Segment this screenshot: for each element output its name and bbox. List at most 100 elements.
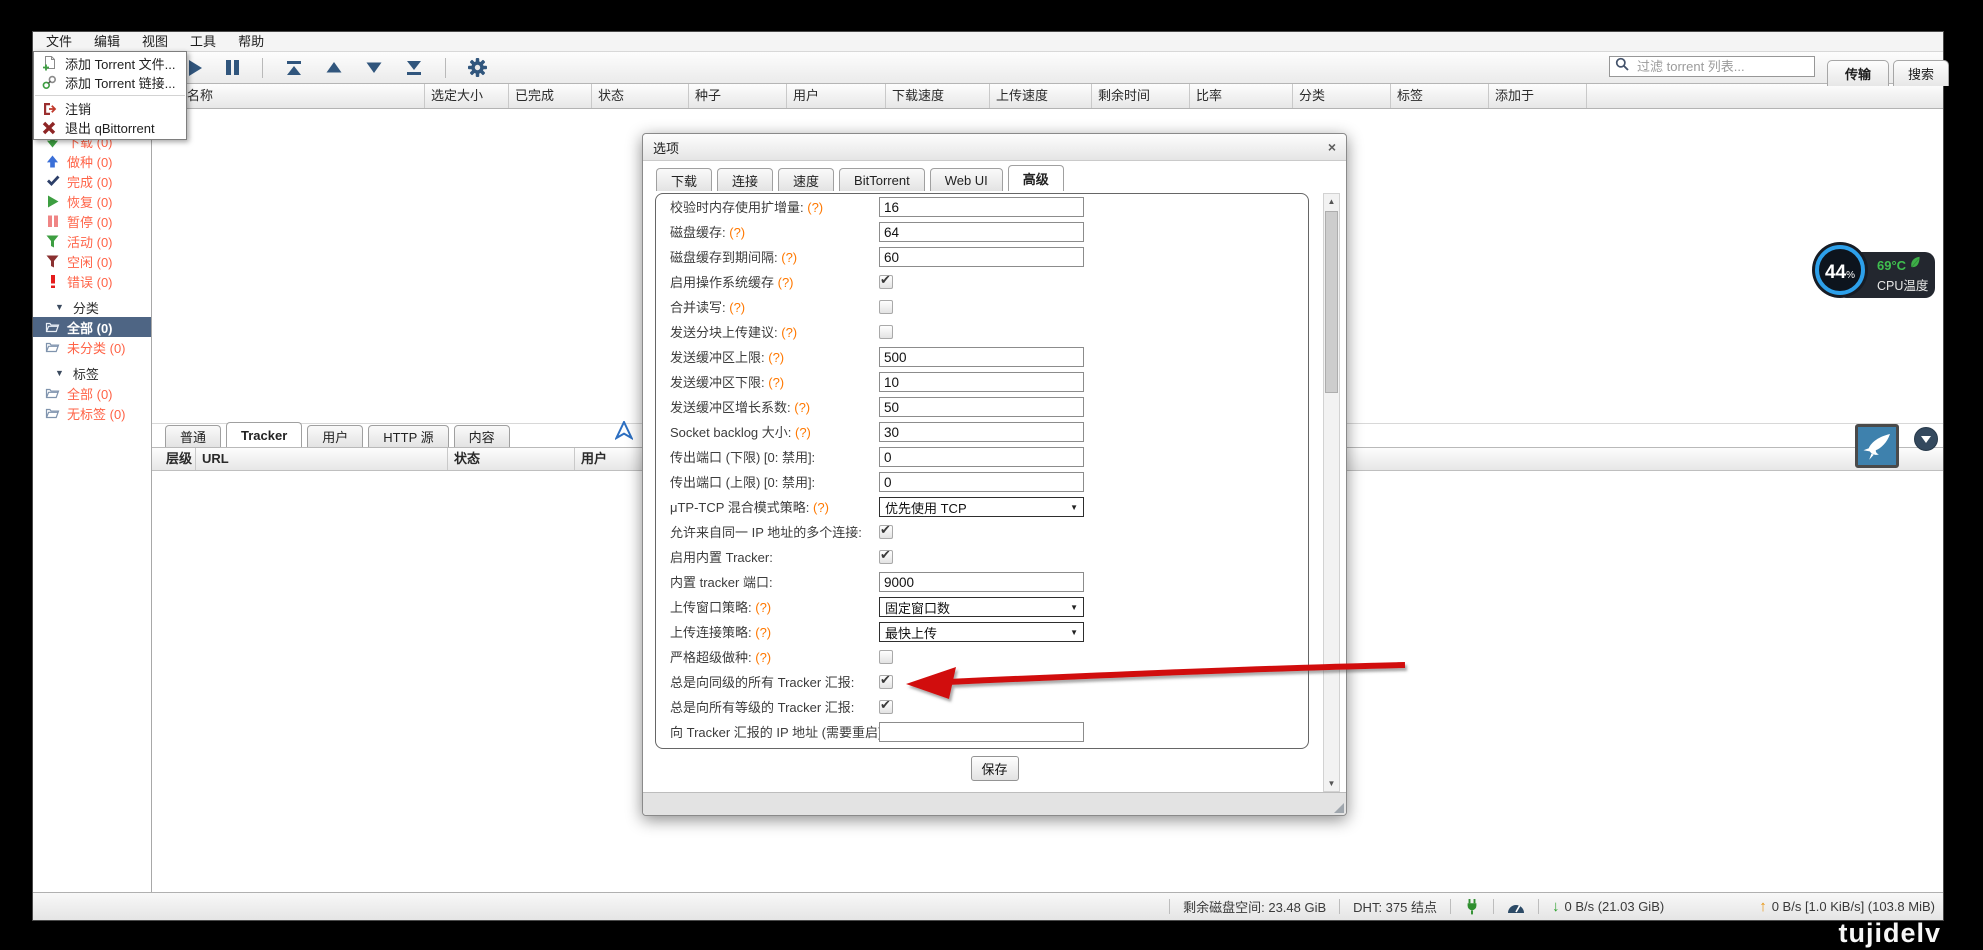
tag-item[interactable]: 无标签 (0) xyxy=(33,403,151,423)
help-link[interactable]: (?) xyxy=(791,400,811,415)
option-checkbox[interactable] xyxy=(879,300,893,314)
option-input[interactable] xyxy=(879,247,1084,267)
menubar-item[interactable]: 帮助 xyxy=(227,32,275,51)
column-header[interactable]: 上传速度 xyxy=(990,84,1092,108)
help-link[interactable]: (?) xyxy=(752,650,772,665)
option-checkbox[interactable]: ✔ xyxy=(879,275,893,289)
detail-tab-普通[interactable]: 普通 xyxy=(165,425,221,447)
option-input[interactable] xyxy=(879,572,1084,592)
column-header[interactable]: 名称 xyxy=(181,84,425,108)
options-gear-icon[interactable] xyxy=(468,58,487,77)
option-checkbox[interactable]: ✔ xyxy=(879,675,893,689)
help-link[interactable]: (?) xyxy=(765,375,785,390)
option-checkbox[interactable] xyxy=(879,325,893,339)
move-top-icon[interactable] xyxy=(285,60,303,76)
speed-limits-gauge-icon[interactable] xyxy=(1507,900,1525,914)
dialog-tab-Web UI[interactable]: Web UI xyxy=(930,168,1003,191)
help-link[interactable]: (?) xyxy=(726,300,746,315)
resize-handle[interactable] xyxy=(1334,803,1344,813)
tag-item[interactable]: 全部 (0) xyxy=(33,383,151,403)
file-menu-item[interactable]: 退出 qBittorrent xyxy=(34,118,186,137)
option-checkbox[interactable]: ✔ xyxy=(879,525,893,539)
pause-icon[interactable] xyxy=(225,59,240,76)
collapse-chevron-button[interactable] xyxy=(1914,427,1938,451)
option-checkbox[interactable]: ✔ xyxy=(879,700,893,714)
help-link[interactable]: (?) xyxy=(778,325,798,340)
column-header[interactable]: 状态 xyxy=(592,84,689,108)
scrollbar-thumb[interactable] xyxy=(1325,211,1338,393)
help-link[interactable]: (?) xyxy=(752,625,772,640)
resume-icon[interactable] xyxy=(187,59,203,77)
scroll-up-icon[interactable]: ▲ xyxy=(1324,194,1339,209)
scroll-down-icon[interactable]: ▼ xyxy=(1324,776,1339,791)
tab-search[interactable]: 搜索 xyxy=(1893,60,1949,86)
tag-section-header[interactable]: ▼标签 xyxy=(33,363,151,383)
help-link[interactable]: (?) xyxy=(804,200,824,215)
option-input[interactable] xyxy=(879,722,1084,742)
sidebar-filter-completed[interactable]: 完成 (0) xyxy=(33,171,151,191)
help-link[interactable]: (?) xyxy=(765,350,785,365)
file-menu-item[interactable]: 注销 xyxy=(34,99,186,118)
help-link[interactable]: (?) xyxy=(726,225,746,240)
column-header[interactable]: 比率 xyxy=(1190,84,1293,108)
menubar-item[interactable]: 文件 xyxy=(35,32,83,51)
detail-tab-用户[interactable]: 用户 xyxy=(307,425,363,447)
dialog-close-icon[interactable]: × xyxy=(1328,140,1336,154)
column-header[interactable]: 分类 xyxy=(1293,84,1391,108)
dialog-tab-连接[interactable]: 连接 xyxy=(717,168,773,191)
category-item[interactable]: 全部 (0) xyxy=(33,317,151,337)
help-link[interactable]: (?) xyxy=(752,600,772,615)
tracker-column-header[interactable]: URL xyxy=(196,448,448,470)
swallow-extension-icon[interactable] xyxy=(1855,424,1899,468)
dialog-tab-速度[interactable]: 速度 xyxy=(778,168,834,191)
column-header[interactable]: 标签 xyxy=(1391,84,1489,108)
option-input[interactable] xyxy=(879,447,1084,467)
sidebar-filter-seeding[interactable]: 做种 (0) xyxy=(33,151,151,171)
search-input[interactable] xyxy=(1635,58,1815,75)
column-header[interactable]: 剩余时间 xyxy=(1092,84,1190,108)
menubar-item[interactable]: 工具 xyxy=(179,32,227,51)
menubar-item[interactable]: 编辑 xyxy=(83,32,131,51)
dialog-tab-BitTorrent[interactable]: BitTorrent xyxy=(839,168,925,191)
move-down-icon[interactable] xyxy=(365,61,383,74)
sidebar-filter-errored[interactable]: 错误 (0) xyxy=(33,271,151,291)
option-input[interactable] xyxy=(879,372,1084,392)
column-header[interactable]: 添加于 xyxy=(1489,84,1587,108)
option-checkbox[interactable]: ✔ xyxy=(879,550,893,564)
dialog-tab-下载[interactable]: 下载 xyxy=(656,168,712,191)
file-menu-item[interactable]: 添加 Torrent 链接... xyxy=(34,73,186,92)
dialog-scrollbar[interactable]: ▲ ▼ xyxy=(1323,193,1340,792)
detail-tab-HTTP 源[interactable]: HTTP 源 xyxy=(368,425,448,447)
tracker-column-header[interactable]: 层级 xyxy=(160,448,196,470)
column-header[interactable]: 选定大小 xyxy=(425,84,509,108)
option-select[interactable]: 固定窗口数▼ xyxy=(879,597,1084,617)
help-link[interactable]: (?) xyxy=(809,500,829,515)
column-header[interactable]: 用户 xyxy=(787,84,886,108)
connection-status-plug-icon[interactable] xyxy=(1464,898,1480,915)
column-header[interactable]: 已完成 xyxy=(509,84,592,108)
dialog-tab-高级[interactable]: 高级 xyxy=(1008,165,1064,191)
save-button[interactable]: 保存 xyxy=(970,756,1018,781)
column-header[interactable]: 种子 xyxy=(689,84,787,108)
sidebar-filter-active[interactable]: 活动 (0) xyxy=(33,231,151,251)
option-checkbox[interactable] xyxy=(879,650,893,664)
option-input[interactable] xyxy=(879,472,1084,492)
help-link[interactable]: (?) xyxy=(774,275,794,290)
category-item[interactable]: 未分类 (0) xyxy=(33,337,151,357)
detail-tab-内容[interactable]: 内容 xyxy=(454,425,510,447)
option-input[interactable] xyxy=(879,347,1084,367)
column-header[interactable]: 下载速度 xyxy=(886,84,990,108)
option-select[interactable]: 优先使用 TCP▼ xyxy=(879,497,1084,517)
category-section-header[interactable]: ▼分类 xyxy=(33,297,151,317)
file-menu-item[interactable]: 添加 Torrent 文件... xyxy=(34,54,186,73)
option-input[interactable] xyxy=(879,222,1084,242)
option-select[interactable]: 最快上传▼ xyxy=(879,622,1084,642)
sidebar-filter-inactive[interactable]: 空闲 (0) xyxy=(33,251,151,271)
menubar-item[interactable]: 视图 xyxy=(131,32,179,51)
sidebar-filter-paused[interactable]: 暂停 (0) xyxy=(33,211,151,231)
sidebar-filter-resumed[interactable]: 恢复 (0) xyxy=(33,191,151,211)
tracker-column-header[interactable]: 状态 xyxy=(448,448,575,470)
move-up-icon[interactable] xyxy=(325,61,343,74)
option-input[interactable] xyxy=(879,197,1084,217)
detail-tab-Tracker[interactable]: Tracker xyxy=(226,422,302,447)
